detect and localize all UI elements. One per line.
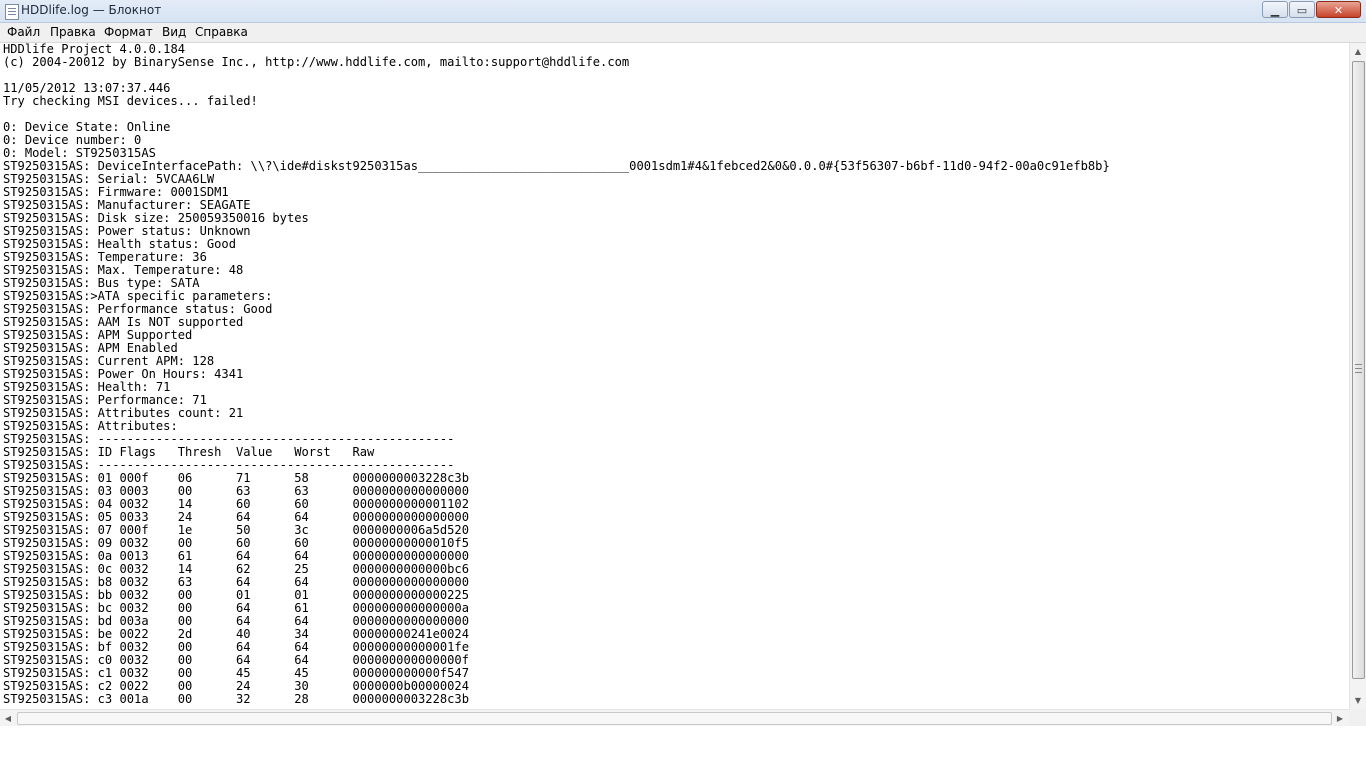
text-line: ST9250315AS: bc 0032 00 64 61 0000000000…: [3, 601, 469, 615]
text-line: ST9250315AS: 05 0033 24 64 64 0000000000…: [3, 510, 469, 524]
menu-bar: Файл Правка Формат Вид Справка: [0, 23, 1366, 43]
text-line: ST9250315AS: APM Supported: [3, 328, 193, 342]
window-title: HDDlife.log — Блокнот: [21, 3, 162, 17]
text-line: ST9250315AS: 03 0003 00 63 63 0000000000…: [3, 484, 469, 498]
text-line: ST9250315AS: 07 000f 1e 50 3c 0000000006…: [3, 523, 469, 537]
text-line: 0: Device number: 0: [3, 133, 142, 147]
text-editor[interactable]: HDDlife Project 4.0.0.184 (c) 2004-20012…: [0, 43, 1349, 709]
text-line: ST9250315AS: 0a 0013 61 64 64 0000000000…: [3, 549, 469, 563]
text-line: ST9250315AS: c3 001a 00 32 28 0000000003…: [3, 692, 469, 706]
text-line: ST9250315AS: Attributes:: [3, 419, 178, 433]
text-line: 11/05/2012 13:07:37.446: [3, 81, 171, 95]
menu-format[interactable]: Формат: [103, 25, 154, 39]
text-line: ST9250315AS: b8 0032 63 64 64 0000000000…: [3, 575, 469, 589]
text-line: ST9250315AS: ---------------------------…: [3, 432, 455, 446]
text-line: ST9250315AS: c1 0032 00 45 45 0000000000…: [3, 666, 469, 680]
text-line: ST9250315AS: DeviceInterfacePath: \\?\id…: [3, 159, 1110, 173]
text-line: ST9250315AS: Power status: Unknown: [3, 224, 251, 238]
scroll-right-arrow-icon[interactable]: ▶: [1332, 710, 1348, 727]
document-text[interactable]: HDDlife Project 4.0.0.184 (c) 2004-20012…: [0, 43, 1349, 706]
text-line: ST9250315AS: 01 000f 06 71 58 0000000003…: [3, 471, 469, 485]
scrollbar-corner: [1349, 709, 1366, 726]
text-line: ST9250315AS: Serial: 5VCAA6LW: [3, 172, 215, 186]
horizontal-scrollbar[interactable]: ◀ ▶: [0, 709, 1349, 726]
vertical-scroll-thumb[interactable]: [1352, 61, 1365, 679]
text-line: ST9250315AS: Disk size: 250059350016 byt…: [3, 211, 309, 225]
text-line: ST9250315AS: be 0022 2d 40 34 0000000024…: [3, 627, 469, 641]
text-line: ST9250315AS: AAM Is NOT supported: [3, 315, 244, 329]
text-line: ST9250315AS: c2 0022 00 24 30 0000000b00…: [3, 679, 469, 693]
maximize-button[interactable]: ▭: [1289, 1, 1315, 18]
text-line: ST9250315AS: Firmware: 0001SDM1: [3, 185, 229, 199]
text-line: ST9250315AS: bd 003a 00 64 64 0000000000…: [3, 614, 469, 628]
text-line: ST9250315AS: Power On Hours: 4341: [3, 367, 244, 381]
text-line: ST9250315AS: Performance: 71: [3, 393, 207, 407]
text-line: ST9250315AS: Max. Temperature: 48: [3, 263, 244, 277]
text-line: ST9250315AS: 04 0032 14 60 60 0000000000…: [3, 497, 469, 511]
vertical-scrollbar[interactable]: ▲ ▼: [1349, 43, 1366, 709]
notepad-icon: [5, 4, 19, 20]
scroll-down-arrow-icon[interactable]: ▼: [1350, 692, 1366, 709]
text-line: 0: Device State: Online: [3, 120, 171, 134]
text-line: ST9250315AS: Health status: Good: [3, 237, 236, 251]
text-line: ST9250315AS: 09 0032 00 60 60 0000000000…: [3, 536, 469, 550]
text-line: Try checking MSI devices... failed!: [3, 94, 258, 108]
text-line: ST9250315AS: Temperature: 36: [3, 250, 207, 264]
text-line: ST9250315AS:>ATA specific parameters:: [3, 289, 273, 303]
text-line: (c) 2004-20012 by BinarySense Inc., http…: [3, 55, 630, 69]
text-line: ST9250315AS: Current APM: 128: [3, 354, 215, 368]
scroll-up-arrow-icon[interactable]: ▲: [1350, 43, 1366, 60]
menu-edit[interactable]: Правка: [49, 25, 97, 39]
scroll-left-arrow-icon[interactable]: ◀: [0, 710, 16, 727]
menu-file[interactable]: Файл: [6, 25, 41, 39]
text-line: ST9250315AS: bf 0032 00 64 64 0000000000…: [3, 640, 469, 654]
menu-help[interactable]: Справка: [194, 25, 249, 39]
horizontal-scroll-thumb[interactable]: [17, 712, 1332, 725]
text-line: ST9250315AS: Manufacturer: SEAGATE: [3, 198, 251, 212]
menu-view[interactable]: Вид: [161, 25, 187, 39]
text-line: ST9250315AS: Bus type: SATA: [3, 276, 200, 290]
text-line: ST9250315AS: c0 0032 00 64 64 0000000000…: [3, 653, 469, 667]
title-bar[interactable]: HDDlife.log — Блокнот ▁ ▭ ✕: [0, 0, 1366, 23]
minimize-button[interactable]: ▁: [1262, 1, 1288, 18]
text-line: ST9250315AS: Performance status: Good: [3, 302, 273, 316]
text-line: 0: Model: ST9250315AS: [3, 146, 156, 160]
text-line: ST9250315AS: ---------------------------…: [3, 458, 455, 472]
text-line: ST9250315AS: Attributes count: 21: [3, 406, 244, 420]
grip-icon: [1355, 364, 1362, 373]
text-line: ST9250315AS: Health: 71: [3, 380, 171, 394]
text-line: ST9250315AS: APM Enabled: [3, 341, 178, 355]
text-line: ST9250315AS: bb 0032 00 01 01 0000000000…: [3, 588, 469, 602]
text-line: ST9250315AS: ID Flags Thresh Value Worst…: [3, 445, 375, 459]
close-button[interactable]: ✕: [1316, 1, 1361, 18]
text-line: ST9250315AS: 0c 0032 14 62 25 0000000000…: [3, 562, 469, 576]
